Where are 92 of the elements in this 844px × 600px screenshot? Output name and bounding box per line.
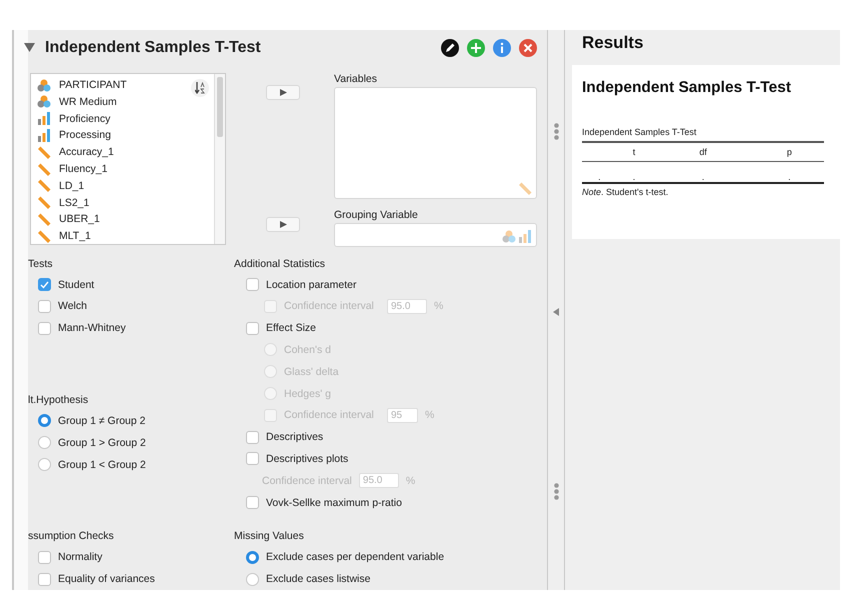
info-icon[interactable] (493, 38, 511, 57)
ruler-icon (37, 196, 51, 210)
section-label: Missing Values (234, 529, 305, 544)
variable-name[interactable]: MLT_1 (59, 230, 91, 242)
unit-label: % (425, 409, 434, 422)
radio-button[interactable] (246, 572, 259, 586)
option-label: Group 1 < Group 2 (58, 458, 146, 471)
column-header: p (754, 142, 824, 162)
checkbox[interactable] (38, 550, 51, 564)
variable-name[interactable]: LD_1 (59, 180, 84, 192)
radio-button[interactable] (38, 458, 51, 472)
ruler-icon (37, 212, 51, 226)
nominal-variable-icon (502, 230, 516, 243)
variable-name[interactable]: UBER_1 (59, 213, 100, 226)
option-label: Effect Size (266, 322, 316, 334)
grouping-variable-box[interactable] (334, 222, 537, 247)
nominal-variable-icon (37, 95, 51, 108)
close-icon[interactable] (519, 38, 537, 57)
column-header (582, 142, 617, 162)
option-label: Student (58, 278, 94, 291)
variable-name[interactable]: Processing (59, 129, 111, 142)
variable-name[interactable]: Accuracy_1 (59, 146, 114, 158)
play-icon (280, 88, 286, 96)
radio-button[interactable] (38, 414, 51, 428)
variable-list[interactable]: PARTICIPANT WR Medium Proficiency Processing Accuracy_1 Fluency_1 LD_1 LS2_1 UBER_1 MLT_1 (30, 72, 226, 245)
variable-name[interactable]: LS2_1 (59, 196, 90, 209)
ordinal-variable-icon (37, 112, 51, 126)
drag-handle-icon[interactable] (554, 483, 558, 500)
nominal-variable-icon (37, 78, 51, 92)
pencil-icon[interactable] (441, 38, 459, 57)
ruler-icon (37, 230, 51, 243)
analysis-heading: Independent Samples T-Test (582, 79, 792, 97)
results-title: Results (581, 32, 644, 54)
option-label: Welch (58, 300, 87, 312)
section-label: Additional Statistics (234, 256, 326, 272)
table-note: Note. Student's t-test. (582, 187, 670, 197)
variable-name[interactable]: WR Medium (59, 96, 117, 108)
ruler-icon (37, 179, 51, 192)
ruler-icon (37, 162, 51, 176)
radio-button[interactable] (246, 550, 259, 564)
section-label: lt.Hypothesis (28, 393, 90, 408)
column-header: df (651, 142, 755, 162)
section-label: ssumption Checks (28, 529, 115, 544)
option-label: Exclude cases per dependent variable (266, 551, 444, 564)
move-button[interactable] (266, 216, 300, 232)
collapse-triangle-icon[interactable] (24, 42, 35, 53)
option-label: Group 1 ≠ Group 2 (58, 414, 146, 427)
sort-button[interactable] (191, 78, 209, 97)
table-cell: . (616, 162, 652, 183)
play-icon (280, 220, 286, 228)
ordinal-variable-icon (518, 230, 532, 243)
unit-label: % (406, 474, 416, 487)
option-label: Vovk-Sellke maximum p-ratio (266, 496, 402, 508)
table-title: Independent Samples T-Test (582, 127, 698, 137)
checkbox[interactable] (246, 452, 259, 466)
drag-handle-icon[interactable] (554, 123, 558, 140)
checkbox[interactable] (246, 278, 259, 292)
variable-name[interactable]: Proficiency (59, 112, 110, 125)
move-button[interactable] (266, 84, 300, 100)
unit-label: % (434, 300, 444, 312)
analysis-title: Independent Samples T-Test (45, 38, 262, 57)
variable-name[interactable]: Fluency_1 (59, 163, 108, 176)
checkbox[interactable] (246, 322, 259, 335)
checkbox[interactable] (38, 572, 51, 586)
checkbox[interactable] (246, 430, 259, 444)
variables-box[interactable] (334, 86, 537, 199)
ruler-icon (37, 146, 51, 159)
checkbox[interactable] (38, 322, 51, 335)
option-label: Location parameter (266, 278, 356, 291)
table-cell: . (651, 162, 755, 183)
table-cell: . (582, 162, 617, 183)
checkbox[interactable] (38, 300, 51, 313)
add-icon[interactable] (467, 38, 485, 57)
ruler-icon (518, 182, 532, 195)
column-header: t (616, 142, 652, 162)
ordinal-variable-icon (37, 128, 51, 142)
box-label: Grouping Variable (334, 208, 419, 221)
section-label: Tests (28, 256, 54, 272)
radio-button[interactable] (38, 436, 51, 450)
variable-name[interactable]: PARTICIPANT (59, 79, 127, 92)
option-label: Group 1 > Group 2 (58, 436, 146, 449)
option-label: Descriptives plots (266, 452, 348, 465)
table-cell: . (754, 162, 824, 183)
checkbox[interactable] (38, 278, 51, 292)
option-label: Descriptives (266, 431, 324, 444)
option-label: Normality (58, 551, 102, 564)
checkbox[interactable] (246, 496, 259, 509)
box-label: Variables (334, 72, 378, 85)
option-label: Mann-Whitney (58, 322, 126, 334)
option-label: Exclude cases listwise (266, 573, 370, 586)
collapse-arrow-icon[interactable] (553, 308, 559, 316)
option-label: Equality of variances (58, 573, 155, 586)
